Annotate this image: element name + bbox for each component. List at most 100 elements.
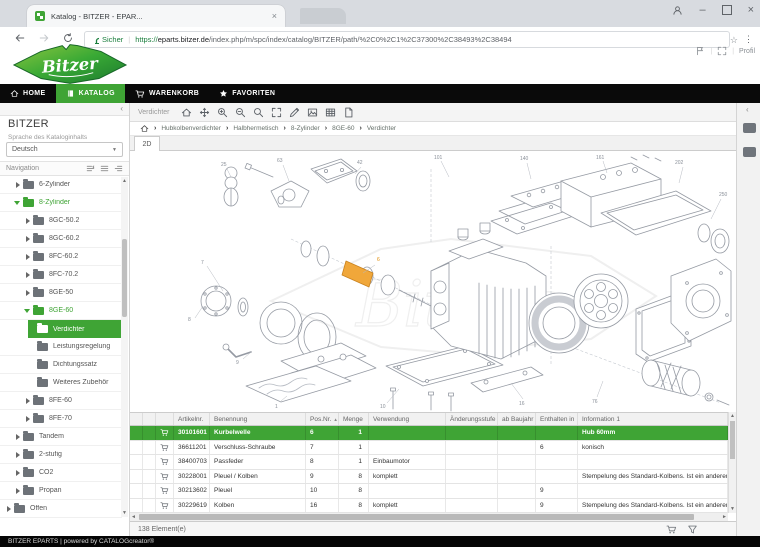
row-select-cell[interactable] [130, 484, 143, 498]
close-button[interactable]: × [748, 4, 754, 16]
table-row[interactable]: 30228001 Pleuel / Kolben 9 8 komplett St… [130, 470, 728, 485]
minimize-button[interactable]: – [699, 4, 705, 16]
tree-item[interactable]: 8FC-70.2 [0, 266, 122, 284]
table-row[interactable]: 36611201 Verschluss-Schraube 7 1 6 konis… [130, 441, 728, 456]
tab-close-icon[interactable]: × [272, 11, 277, 21]
tree-expander-icon[interactable] [24, 307, 32, 315]
bitzer-logo[interactable]: Bitzer [12, 42, 128, 86]
tree-item[interactable]: Dichtungssatz [0, 356, 122, 374]
tree-expander-icon[interactable] [14, 181, 22, 189]
tree-item[interactable]: Weiteres Zubehör [0, 374, 122, 392]
tree-expander-icon[interactable] [24, 217, 32, 225]
comment-icon[interactable] [743, 123, 756, 133]
tree-item[interactable]: 8GC-60.2 [0, 230, 122, 248]
col-information1[interactable]: Information 1 [578, 413, 728, 425]
sidebar-collapse-strip[interactable]: ‹ [0, 103, 129, 116]
browser-tab[interactable]: Katalog - BITZER - EPAR... × [27, 5, 285, 27]
tree-expander-icon[interactable] [24, 253, 32, 261]
table-row[interactable]: 30229619 Kolben 16 8 komplett 9 Stempelu… [130, 499, 728, 514]
tree-expander-icon[interactable] [14, 451, 22, 459]
table-vscrollbar[interactable]: ▲ ▼ [728, 412, 736, 513]
row-select-cell[interactable] [130, 499, 143, 513]
nav-item-favoriten[interactable]: FAVORITEN [209, 84, 285, 103]
col-posnr[interactable]: Pos.Nr.▲ [306, 413, 339, 425]
image-export-icon[interactable] [307, 107, 318, 118]
add-to-cart-icon[interactable] [156, 455, 174, 469]
tree-expander-icon[interactable] [24, 415, 32, 423]
filter-icon[interactable] [687, 524, 698, 535]
table-row[interactable]: 30101601 Kurbelwelle 6 1 Hub 60mm [130, 426, 728, 441]
tree-item[interactable]: 8FE-70 [0, 410, 122, 428]
tree-item[interactable]: 8GC-50.2 [0, 212, 122, 230]
breadcrumb-item[interactable]: Hubkolbenverdichter [161, 125, 221, 132]
breadcrumb-item[interactable]: 8GE-60 [332, 125, 354, 132]
collapse-left-icon[interactable]: ‹ [746, 105, 749, 114]
breadcrumb-item[interactable]: 8-Zylinder [291, 125, 320, 132]
scroll-thumb[interactable] [139, 514, 694, 520]
row-select-cell[interactable] [130, 470, 143, 484]
breadcrumb-item[interactable]: Halbhermetisch [233, 125, 278, 132]
table-view-icon[interactable] [325, 107, 336, 118]
scroll-thumb[interactable] [122, 239, 127, 317]
breadcrumb-home-icon[interactable] [140, 124, 149, 133]
scroll-thumb[interactable] [730, 421, 735, 459]
table-hscrollbar[interactable]: ◄ ► [130, 513, 728, 521]
bookmark-star-icon[interactable]: ☆ [730, 35, 738, 46]
tree-expander-icon[interactable] [24, 235, 32, 243]
add-to-cart-icon[interactable] [156, 499, 174, 513]
feedback-icon[interactable] [743, 147, 756, 157]
annotate-icon[interactable] [289, 107, 300, 118]
new-tab-button[interactable] [300, 8, 346, 24]
tree-item[interactable]: CO2 [0, 464, 122, 482]
tree-expander-icon[interactable] [14, 433, 22, 441]
row-select-cell[interactable] [130, 455, 143, 469]
scroll-up-icon[interactable]: ▲ [121, 178, 128, 184]
nav-item-warenkorb[interactable]: WARENKORB [125, 84, 209, 103]
tree-expander-icon[interactable] [14, 487, 22, 495]
fullscreen-icon[interactable] [717, 46, 727, 56]
breadcrumb-item[interactable]: Verdichter [367, 125, 396, 132]
col-artikelnr[interactable]: Artikelnr. [174, 413, 210, 425]
cart-all-icon[interactable] [666, 524, 677, 535]
tree-item[interactable]: 6-Zylinder [0, 176, 122, 194]
fit-view-icon[interactable] [271, 107, 282, 118]
expand-tree-icon[interactable] [114, 164, 123, 173]
scroll-down-icon[interactable]: ▼ [729, 506, 736, 512]
tree-item[interactable]: Propan [0, 482, 122, 500]
tree-expander-icon[interactable] [14, 469, 22, 477]
exploded-diagram[interactable]: Bitzer [131, 151, 735, 412]
table-row[interactable]: 30213602 Pleuel 10 8 9 [130, 484, 728, 499]
nav-item-home[interactable]: HOME [0, 84, 56, 103]
tree-item[interactable]: 8-Zylinder [0, 194, 122, 212]
tree-item[interactable]: Tandem [0, 428, 122, 446]
zoom-in-icon[interactable] [217, 107, 228, 118]
pan-icon[interactable] [199, 107, 210, 118]
profile-avatar-icon[interactable] [672, 5, 683, 16]
add-to-cart-icon[interactable] [156, 426, 174, 440]
col-enthalten-in[interactable]: Enthalten in [536, 413, 578, 425]
zoom-out-icon[interactable] [235, 107, 246, 118]
col-ab-baujahr[interactable]: ab Baujahr [498, 413, 536, 425]
col-menge[interactable]: Menge [339, 413, 369, 425]
row-select-cell[interactable] [130, 426, 143, 440]
scroll-down-icon[interactable]: ▼ [121, 510, 128, 516]
add-to-cart-icon[interactable] [156, 484, 174, 498]
tree-expander-icon[interactable] [14, 199, 22, 207]
search-icon[interactable] [253, 107, 264, 118]
home-view-icon[interactable] [181, 107, 192, 118]
tree-expander-icon[interactable] [5, 505, 13, 513]
list-view-icon[interactable] [100, 164, 109, 173]
row-select-cell[interactable] [130, 441, 143, 455]
tree-expander-icon[interactable] [24, 397, 32, 405]
table-row[interactable]: 38400703 Passfeder 8 1 Einbaumotor [130, 455, 728, 470]
collapse-left-icon[interactable]: ‹ [120, 104, 123, 113]
add-to-cart-icon[interactable] [156, 441, 174, 455]
tree-item[interactable]: Offen [0, 500, 122, 518]
collapse-tree-icon[interactable] [86, 164, 95, 173]
scroll-up-icon[interactable]: ▲ [729, 413, 736, 419]
browser-menu-icon[interactable]: ⋮ [744, 34, 753, 45]
tree-item[interactable]: 8GE-60 [0, 302, 122, 320]
language-select[interactable]: Deutsch ▼ [6, 142, 123, 157]
tree-scrollbar[interactable]: ▲ ▼ [121, 177, 128, 517]
col-verwendung[interactable]: Verwendung [369, 413, 446, 425]
